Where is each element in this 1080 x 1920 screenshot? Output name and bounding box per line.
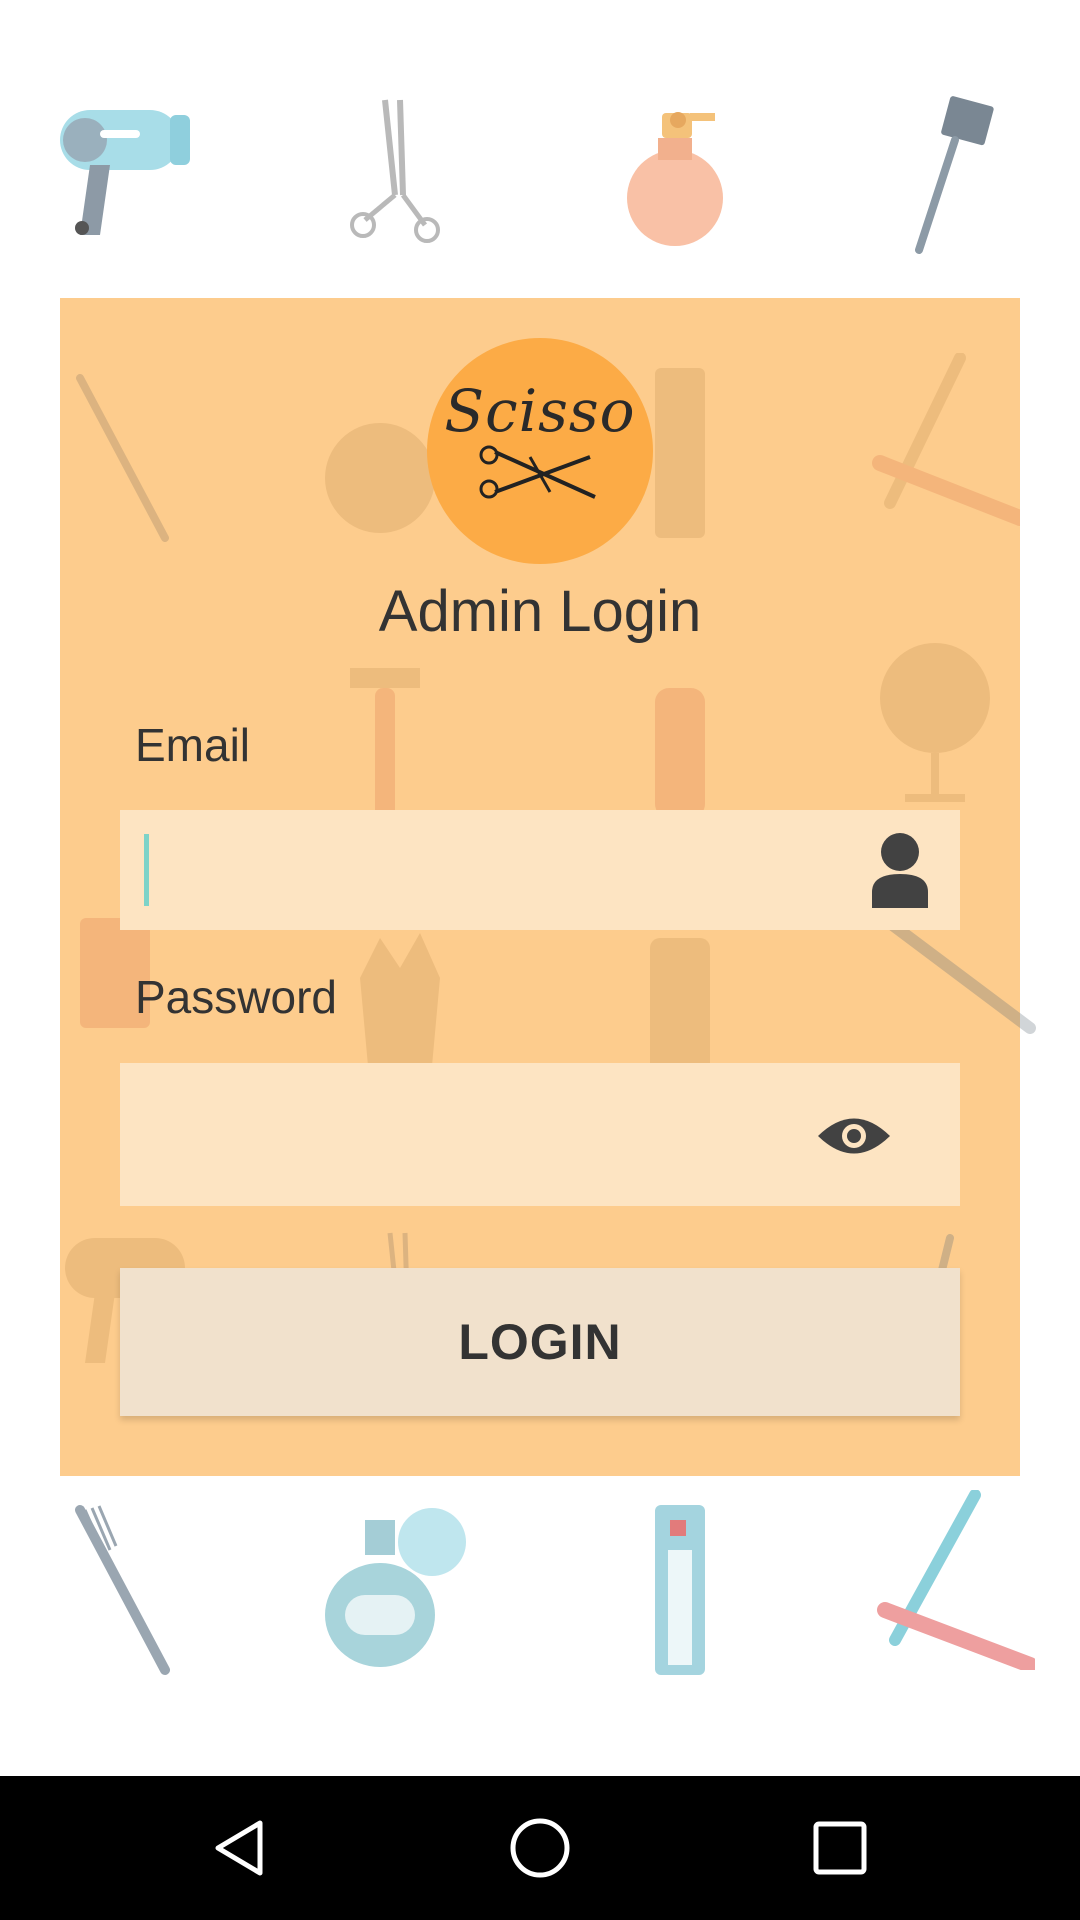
page-title: Admin Login [378, 579, 702, 644]
spray-bottle-icon [627, 112, 723, 246]
eye-icon[interactable] [816, 1113, 892, 1159]
comb-icon [75, 1505, 170, 1675]
recents-icon [813, 1821, 867, 1875]
home-icon [510, 1818, 570, 1878]
text-cursor [144, 834, 149, 906]
email-field[interactable] [120, 810, 960, 930]
razor-icon [877, 1490, 1035, 1670]
password-label: Password [135, 971, 337, 1023]
scissors-icon [479, 445, 596, 499]
hair-spray-can-icon [655, 368, 705, 538]
logo-text: Scisso [444, 377, 636, 445]
person-icon [872, 833, 928, 908]
comb-icon [76, 374, 169, 542]
clipper-icon [655, 688, 705, 818]
navigation-bar [0, 1776, 1080, 1920]
login-button[interactable]: LOGIN [120, 1268, 960, 1416]
razor-icon [872, 353, 1020, 526]
hair-spray-can-icon [655, 1505, 705, 1675]
back-button[interactable] [180, 1776, 300, 1920]
recents-button[interactable] [780, 1776, 900, 1920]
password-field[interactable] [120, 1063, 960, 1206]
home-button[interactable] [480, 1776, 600, 1920]
back-icon [215, 1820, 263, 1876]
tint-brush-icon [915, 96, 994, 254]
perfume-bottle-icon [325, 1508, 466, 1667]
email-label: Email [135, 719, 251, 771]
mirror-icon [880, 643, 990, 802]
app-logo: Scisso [427, 338, 653, 564]
safety-razor-icon [350, 668, 420, 818]
scissors-icon [350, 99, 440, 243]
hair-dryer-icon [60, 110, 190, 235]
